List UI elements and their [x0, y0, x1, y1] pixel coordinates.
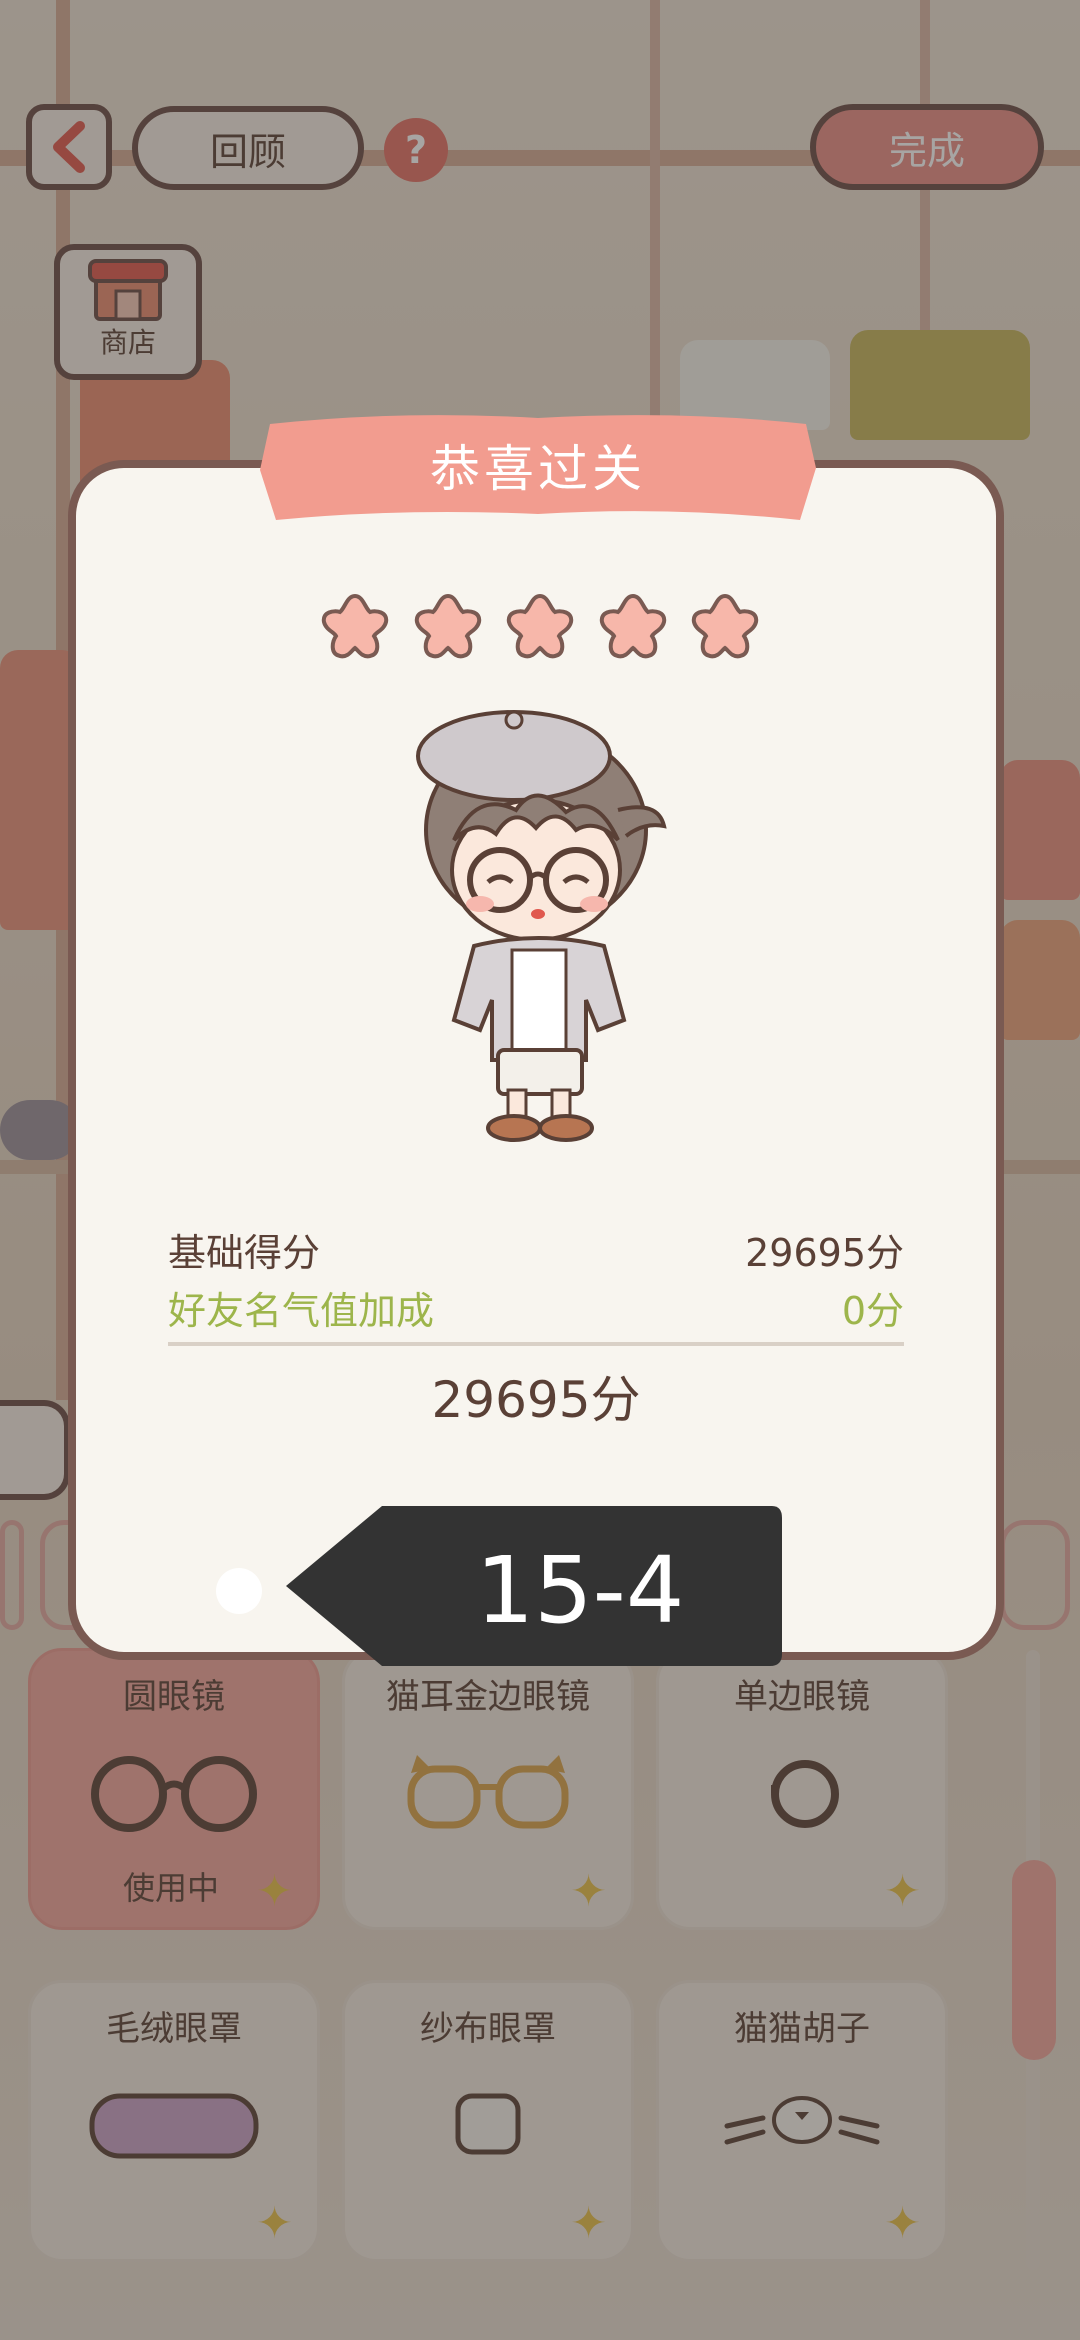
flower-star-icon	[321, 593, 389, 659]
rating-stars	[318, 590, 762, 664]
friend-bonus-label: 好友名气值加成	[168, 1289, 435, 1333]
level-tag-dot	[216, 1568, 262, 1614]
base-score-label: 基础得分	[168, 1231, 321, 1275]
flower-star-icon	[599, 593, 666, 659]
flower-star-icon	[414, 593, 481, 659]
dialog-title: 恭喜过关	[430, 440, 646, 498]
level-number: 15-4	[475, 1536, 685, 1644]
total-score: 29695分	[431, 1371, 641, 1429]
friend-bonus-row: 好友名气值加成 0分	[168, 1280, 904, 1335]
score-divider	[168, 1342, 904, 1346]
base-score-value: 29695分	[745, 1231, 904, 1275]
flower-star-icon	[691, 593, 759, 659]
dressed-character-avatar	[416, 710, 667, 1142]
flower-star-icon	[506, 593, 574, 659]
base-score-row: 基础得分 29695分	[168, 1222, 904, 1277]
friend-bonus-value: 0分	[841, 1289, 904, 1333]
